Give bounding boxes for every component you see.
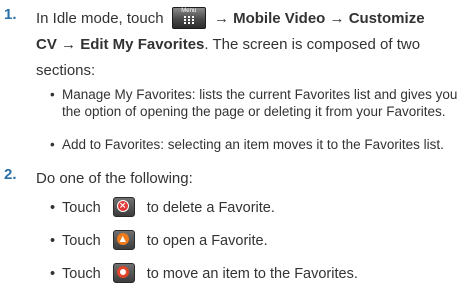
path-cv: CV <box>36 36 57 53</box>
step-1-line-3: sections: <box>36 62 96 79</box>
arrow-2: → <box>329 10 345 27</box>
path-mobile-video: Mobile Video <box>233 10 326 27</box>
bullet-2-line-1: Add to Favorites: selecting an item move… <box>62 137 444 152</box>
action-open-suffix: to open a Favorite. <box>146 233 268 249</box>
step-1-body: In Idle mode, touch Menu → Mobile Video … <box>36 6 456 84</box>
action-delete-prefix: Touch <box>62 200 101 216</box>
bullet-1-line-2: the option of opening the page or deleti… <box>62 104 446 119</box>
step-2-body: Do one of the following: <box>36 166 456 192</box>
path-edit-my-favorites: Edit My Favorites <box>80 36 205 53</box>
bullet-dot: • <box>50 233 56 249</box>
arrow-3: → <box>61 36 77 53</box>
step-1-line-1: In Idle mode, touch Menu → Mobile Video … <box>36 6 456 32</box>
action-move-suffix: to move an item to the Favorites. <box>146 266 358 282</box>
open-icon: ▲ <box>112 229 135 250</box>
step-1-intro: In Idle mode, touch <box>36 10 164 27</box>
menu-key-icon: Menu <box>171 6 206 29</box>
menu-grid-icon <box>183 15 194 25</box>
bullet-dot: • <box>50 200 56 216</box>
bullet-dot: • <box>50 266 56 282</box>
move-icon <box>112 262 135 283</box>
bullet-dot: • <box>50 137 55 152</box>
menu-key-label: Menu <box>181 7 197 14</box>
path-customize: Customize <box>348 10 425 27</box>
arrow-1: → <box>213 10 229 27</box>
step-1-line-2: CV → Edit My Favorites. The screen is co… <box>36 32 456 58</box>
step-2-text: Do one of the following: <box>36 170 193 187</box>
step-1-number: 1. <box>4 6 17 23</box>
action-open-prefix: Touch <box>62 233 101 249</box>
bullet-1-line-1: Manage My Favorites: lists the current F… <box>62 87 458 102</box>
bullet-dot: • <box>50 87 55 102</box>
action-delete-suffix: to delete a Favorite. <box>146 200 275 216</box>
instruction-page: 1. In Idle mode, touch Menu → Mobile Vid… <box>0 0 465 297</box>
action-move-prefix: Touch <box>62 266 101 282</box>
step-1-after-path: . The screen is composed of two <box>204 36 421 53</box>
delete-icon: × <box>112 196 135 217</box>
step-2-number: 2. <box>4 166 17 183</box>
